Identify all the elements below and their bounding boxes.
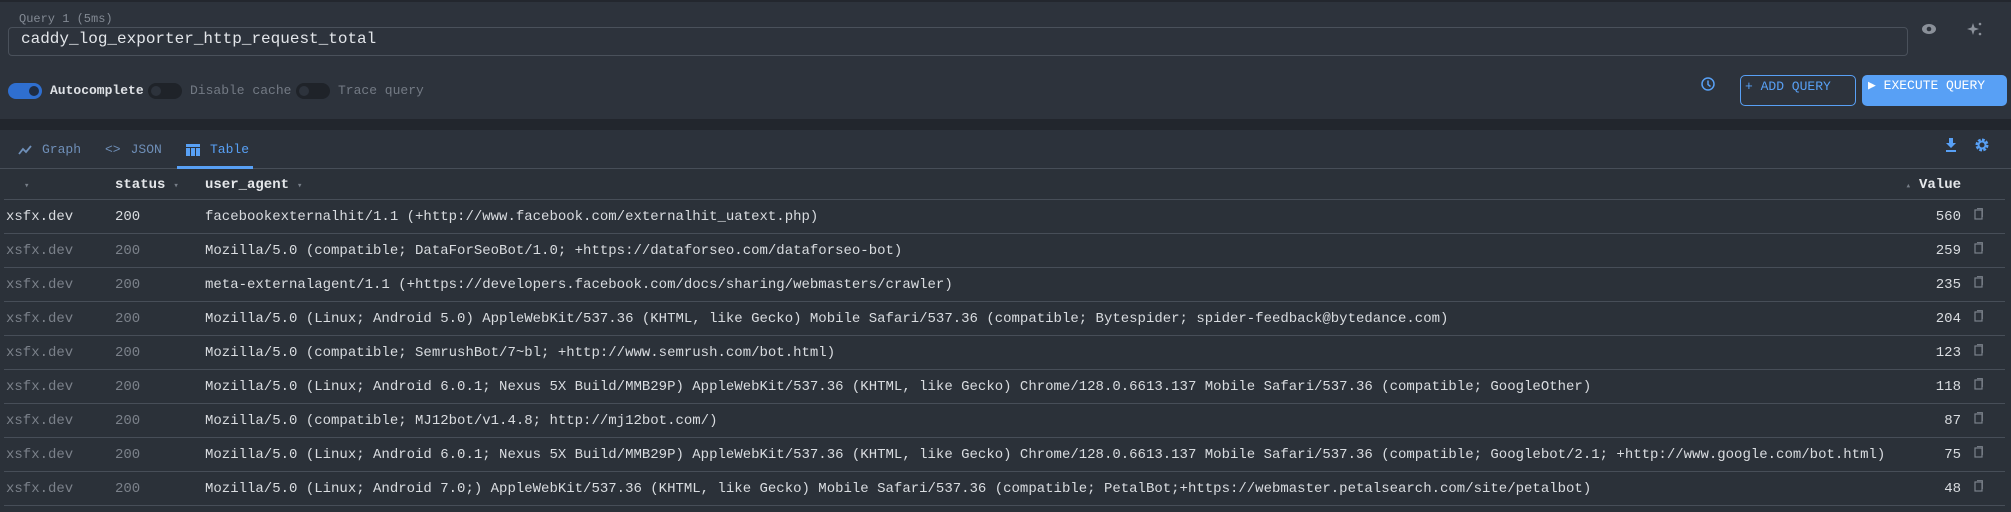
clock-icon[interactable]	[1700, 76, 1716, 92]
query-label: Query 1 (5ms)	[16, 12, 116, 26]
cell-host: xsfx.dev	[6, 447, 74, 463]
active-tab-indicator	[177, 166, 253, 169]
sparkle-icon[interactable]	[1966, 20, 1984, 38]
cell-host: xsfx.dev	[6, 209, 74, 225]
tab-table[interactable]: Table	[186, 142, 249, 157]
cell-host: xsfx.dev	[6, 413, 74, 429]
tab-json-label: JSON	[130, 142, 162, 157]
query-panel	[0, 0, 2011, 119]
copy-icon[interactable]	[1974, 208, 1983, 225]
cell-status: 200	[115, 209, 141, 225]
copy-icon[interactable]	[1974, 276, 1983, 293]
trace-query-label: Trace query	[338, 83, 424, 98]
cell-user-agent: Mozilla/5.0 (compatible; SemrushBot/7~bl…	[205, 345, 836, 361]
tab-graph-label: Graph	[42, 142, 82, 157]
sort-asc-icon: ▴	[1905, 181, 1911, 191]
copy-icon[interactable]	[1974, 344, 1983, 361]
execute-query-label: EXECUTE QUERY	[1883, 78, 1986, 93]
cell-status: 200	[115, 481, 141, 497]
copy-icon[interactable]	[1974, 242, 1983, 259]
table-row: xsfx.dev 200 Mozilla/5.0 (Linux; Android…	[4, 370, 2005, 404]
column-header-status[interactable]: status ▾	[115, 177, 179, 193]
cell-value: 118	[1935, 379, 1961, 395]
table-row: xsfx.dev 200 facebookexternalhit/1.1 (+h…	[4, 200, 2005, 234]
cell-status: 200	[115, 311, 141, 327]
table-header: ▾ status ▾ user_agent ▾ ▴ Value	[4, 170, 2005, 200]
autocomplete-label: Autocomplete	[50, 83, 144, 98]
sort-icon: ▾	[173, 181, 179, 191]
sort-icon: ▾	[24, 181, 30, 191]
cell-value: 204	[1935, 311, 1961, 327]
add-query-button[interactable]: + ADD QUERY	[1740, 75, 1856, 106]
table-row: xsfx.dev 200 Mozilla/5.0 (compatible; Da…	[4, 234, 2005, 268]
cell-user-agent: Mozilla/5.0 (compatible; MJ12bot/v1.4.8;…	[205, 413, 718, 429]
cell-status: 200	[115, 345, 141, 361]
cell-value: 123	[1935, 345, 1961, 361]
cell-host: xsfx.dev	[6, 481, 74, 497]
code-icon: <>	[105, 142, 121, 157]
cell-user-agent: meta-externalagent/1.1 (+https://develop…	[205, 277, 953, 293]
table-row: xsfx.dev 200 Mozilla/5.0 (compatible; MJ…	[4, 404, 2005, 438]
download-icon[interactable]	[1944, 137, 1958, 153]
column-header-value[interactable]: ▴ Value	[1906, 177, 1961, 193]
copy-icon[interactable]	[1974, 378, 1983, 395]
query-value[interactable]: caddy_log_exporter_http_request_total	[21, 30, 376, 48]
line-chart-icon	[18, 144, 32, 155]
cell-host: xsfx.dev	[6, 277, 74, 293]
copy-icon[interactable]	[1974, 310, 1983, 327]
table-row: xsfx.dev 200 Mozilla/5.0 (compatible; Se…	[4, 336, 2005, 370]
copy-icon[interactable]	[1974, 480, 1983, 497]
copy-icon[interactable]	[1974, 446, 1983, 463]
cell-host: xsfx.dev	[6, 345, 74, 361]
cell-user-agent: Mozilla/5.0 (Linux; Android 7.0;) AppleW…	[205, 481, 1592, 497]
disable-cache-label: Disable cache	[190, 83, 292, 98]
sort-icon: ▾	[297, 181, 303, 191]
column-header-user-agent[interactable]: user_agent ▾	[205, 177, 302, 193]
results-table: ▾ status ▾ user_agent ▾ ▴ Value xsfx.dev 20…	[4, 170, 2005, 506]
cell-value: 87	[1944, 413, 1961, 429]
divider	[0, 119, 2011, 130]
result-tabs: Graph <> JSON Table	[0, 130, 2011, 169]
cell-status: 200	[115, 243, 141, 259]
cell-value: 75	[1944, 447, 1961, 463]
cell-user-agent: Mozilla/5.0 (Linux; Android 6.0.1; Nexus…	[205, 379, 1592, 395]
cell-host: xsfx.dev	[6, 243, 74, 259]
cell-host: xsfx.dev	[6, 311, 74, 327]
cell-value: 235	[1935, 277, 1961, 293]
disable-cache-toggle[interactable]	[148, 83, 182, 99]
play-icon: ▶	[1868, 78, 1884, 93]
copy-icon[interactable]	[1974, 412, 1983, 429]
cell-value: 259	[1935, 243, 1961, 259]
cell-value: 560	[1935, 209, 1961, 225]
cell-user-agent: Mozilla/5.0 (Linux; Android 6.0.1; Nexus…	[205, 447, 1886, 463]
table-row: xsfx.dev 200 meta-externalagent/1.1 (+ht…	[4, 268, 2005, 302]
cell-value: 48	[1944, 481, 1961, 497]
eye-icon[interactable]	[1920, 20, 1938, 38]
execute-query-button[interactable]: ▶ EXECUTE QUERY	[1862, 75, 2007, 106]
tab-json[interactable]: <> JSON	[105, 142, 162, 157]
tab-table-label: Table	[210, 142, 250, 157]
cell-status: 200	[115, 379, 141, 395]
cell-status: 200	[115, 413, 141, 429]
table-icon	[186, 143, 200, 156]
table-row: xsfx.dev 200 Mozilla/5.0 (Linux; Android…	[4, 472, 2005, 506]
cell-host: xsfx.dev	[6, 379, 74, 395]
column-header-host[interactable]: ▾	[16, 177, 29, 193]
table-row: xsfx.dev 200 Mozilla/5.0 (Linux; Android…	[4, 302, 2005, 336]
autocomplete-toggle[interactable]	[8, 83, 42, 99]
cell-status: 200	[115, 277, 141, 293]
cell-user-agent: facebookexternalhit/1.1 (+http://www.fac…	[205, 209, 819, 225]
cell-status: 200	[115, 447, 141, 463]
cell-user-agent: Mozilla/5.0 (Linux; Android 5.0) AppleWe…	[205, 311, 1449, 327]
settings-gear-icon[interactable]	[1974, 137, 1990, 153]
cell-user-agent: Mozilla/5.0 (compatible; DataForSeoBot/1…	[205, 243, 903, 259]
trace-query-toggle[interactable]	[296, 83, 330, 99]
table-row: xsfx.dev 200 Mozilla/5.0 (Linux; Android…	[4, 438, 2005, 472]
tab-graph[interactable]: Graph	[18, 142, 81, 157]
